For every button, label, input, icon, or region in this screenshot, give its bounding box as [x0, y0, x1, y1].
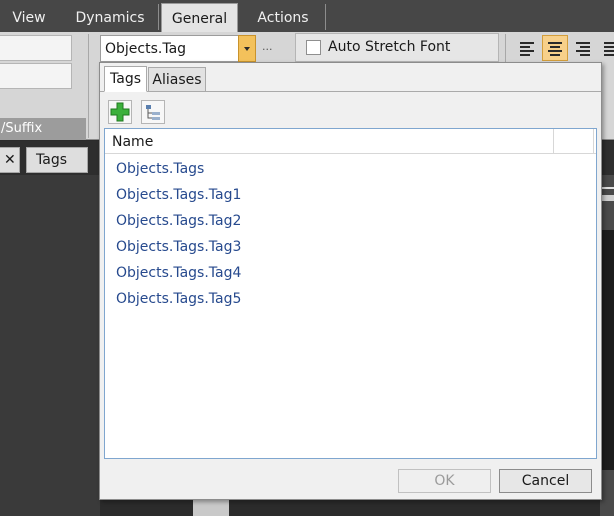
align-center-icon	[548, 42, 562, 58]
group-label-suffix: /Suffix	[0, 118, 86, 140]
canvas-object	[600, 187, 614, 189]
add-tag-icon	[110, 102, 130, 122]
align-right-button[interactable]	[570, 35, 596, 61]
cancel-button[interactable]: Cancel	[499, 469, 592, 493]
tag-tree-icon	[146, 105, 160, 120]
tag-combo-value: Objects.Tag	[105, 41, 187, 57]
column-header-name[interactable]: Name	[112, 134, 153, 150]
group-separator	[88, 34, 89, 138]
list-item[interactable]: Objects.Tags.Tag1	[116, 187, 241, 203]
align-right-icon	[576, 42, 590, 58]
auto-stretch-font-checkbox[interactable]	[306, 40, 321, 55]
dropdown-arrow-icon[interactable]	[238, 35, 256, 62]
tab-general[interactable]: General	[161, 3, 238, 33]
column-separator[interactable]	[553, 129, 554, 154]
tab-dynamics[interactable]: Dynamics	[72, 0, 148, 32]
ribbon-tab-strip: View Dynamics General Actions	[0, 0, 614, 33]
canvas-pane	[600, 175, 614, 516]
tab-actions[interactable]: Actions	[250, 0, 316, 32]
browse-button[interactable]: ...	[262, 40, 273, 53]
document-tab-previous[interactable]: ✕	[0, 147, 20, 173]
list-item[interactable]: Objects.Tags	[116, 161, 204, 177]
tag-browser-popup: Tags Aliases Name Objects.Tags Objects.T…	[99, 62, 602, 500]
tab-tags[interactable]: Tags	[104, 66, 147, 92]
tab-view[interactable]: View	[8, 0, 50, 32]
align-justify-icon	[604, 42, 614, 58]
align-center-button[interactable]	[542, 35, 568, 61]
close-icon[interactable]: ✕	[4, 152, 16, 168]
column-separator	[593, 129, 594, 154]
tag-combo[interactable]: Objects.Tag	[100, 35, 256, 62]
suffix-field[interactable]	[0, 63, 72, 89]
list-item[interactable]: Objects.Tags.Tag2	[116, 213, 241, 229]
canvas-object	[602, 230, 614, 470]
document-tab-tags[interactable]: Tags ✕	[26, 147, 88, 192]
tab-separator	[325, 4, 326, 30]
auto-stretch-font-label: Auto Stretch Font	[328, 39, 451, 55]
toolbox-pane	[0, 175, 100, 516]
list-item[interactable]: Objects.Tags.Tag4	[116, 265, 241, 281]
align-left-button[interactable]	[514, 35, 540, 61]
list-item[interactable]: Objects.Tags.Tag5	[116, 291, 241, 307]
prefix-field[interactable]	[0, 35, 72, 61]
align-left-icon	[520, 42, 534, 58]
canvas-object	[600, 195, 614, 201]
document-tab-label: Tags	[36, 152, 67, 168]
scrollbar-thumb[interactable]	[193, 500, 229, 516]
ok-button[interactable]: OK	[398, 469, 491, 493]
align-justify-button[interactable]	[598, 35, 614, 61]
add-tag-button[interactable]	[108, 100, 132, 124]
list-item[interactable]: Objects.Tags.Tag3	[116, 239, 241, 255]
auto-stretch-font-toggle[interactable]: Auto Stretch Font	[295, 33, 499, 62]
tab-aliases[interactable]: Aliases	[148, 67, 206, 92]
grid-header: Name	[105, 129, 596, 154]
tab-separator	[158, 4, 159, 30]
tag-list-grid: Name Objects.Tags Objects.Tags.Tag1 Obje…	[104, 128, 597, 459]
tag-tree-button[interactable]	[141, 100, 165, 124]
